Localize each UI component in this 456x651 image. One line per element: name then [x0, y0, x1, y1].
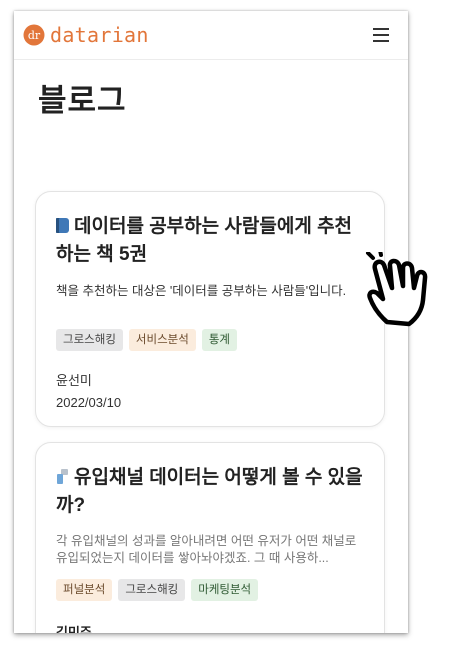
logo-text: datarian: [50, 23, 149, 47]
tag-service-analysis[interactable]: 서비스분석: [128, 329, 196, 351]
tag-marketing-analysis[interactable]: 마케팅분석: [191, 579, 259, 601]
post-author: 김민주: [56, 625, 92, 633]
page-title: 블로그: [38, 83, 127, 118]
post-description: 각 유입채널의 성과를 알아내려면 어떤 유저가 어떤 채널로 유입되었는지 데…: [56, 534, 357, 565]
datarian-logo-icon: dr: [23, 24, 45, 46]
post-description: 책을 추천하는 대상은 '데이터를 공부하는 사람들'입니다.: [56, 284, 347, 298]
pointing-hand-cursor-icon: [366, 252, 428, 327]
tag-funnel-analysis[interactable]: 퍼널분석: [56, 579, 113, 601]
tag-growth-hacking[interactable]: 그로스해킹: [118, 579, 186, 601]
post-author: 윤선미: [56, 373, 92, 388]
post-tags: 퍼널분석 그로스해킹 마케팅분석: [56, 579, 259, 601]
post-tags: 그로스해킹 서비스분석 통계: [56, 329, 237, 351]
post-date: 2022/03/10: [56, 395, 122, 410]
blog-post-card[interactable]: 유입채널 데이터는 어떻게 볼 수 있을까? 각 유입채널의 성과를 알아내려면…: [35, 442, 385, 633]
mobile-viewport: dr datarian 블로그 데이터를 공부하는 사람들에게 추천하는 책 5…: [14, 11, 408, 633]
faucet-icon: [56, 469, 69, 485]
top-navbar: dr datarian: [14, 11, 408, 60]
tag-growth-hacking[interactable]: 그로스해킹: [56, 329, 123, 351]
hamburger-menu-icon[interactable]: [373, 28, 389, 42]
tag-statistics[interactable]: 통계: [201, 329, 237, 351]
svg-text:dr: dr: [28, 29, 41, 42]
blue-book-icon: [56, 218, 69, 233]
post-title[interactable]: 유입채널 데이터는 어떻게 볼 수 있을까?: [56, 464, 368, 520]
datarian-logo[interactable]: dr datarian: [23, 23, 149, 47]
post-title[interactable]: 데이터를 공부하는 사람들에게 추천하는 책 5권: [56, 213, 368, 269]
blog-post-card[interactable]: 데이터를 공부하는 사람들에게 추천하는 책 5권 책을 추천하는 대상은 '데…: [35, 191, 385, 427]
